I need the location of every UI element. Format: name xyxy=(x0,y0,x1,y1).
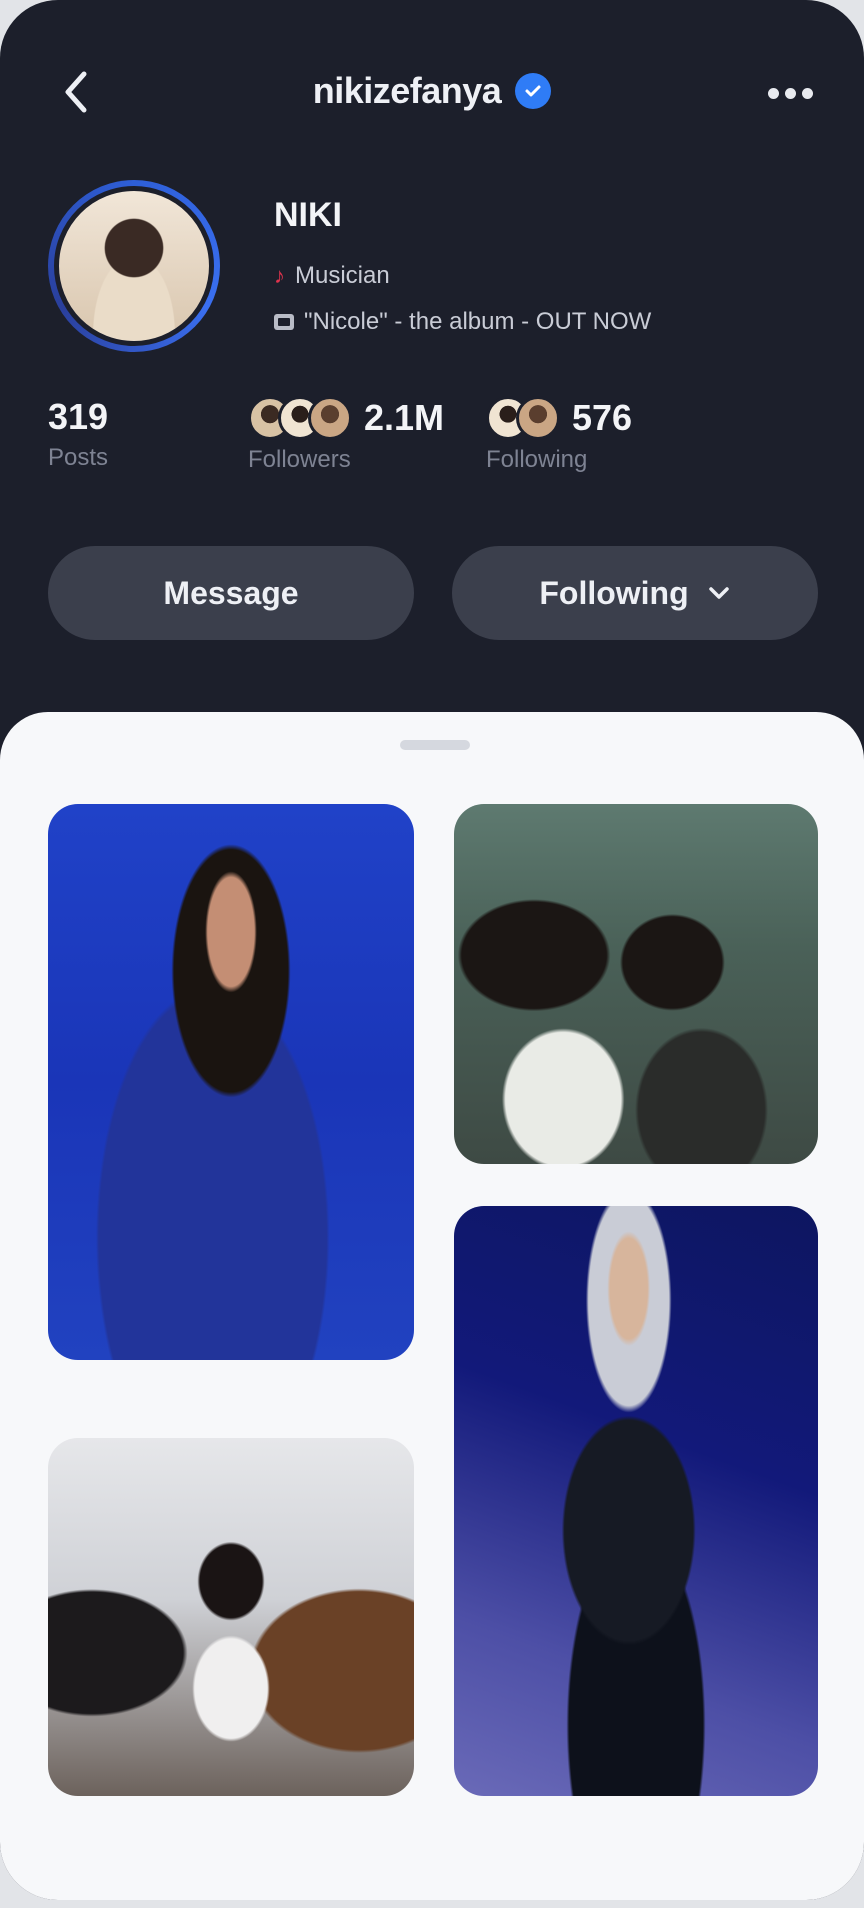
verified-badge-icon xyxy=(515,73,552,109)
following-avatar xyxy=(516,396,560,440)
more-options-button[interactable] xyxy=(760,78,820,108)
followers-count: 2.1M xyxy=(364,397,445,438)
chevron-down-icon xyxy=(708,587,729,599)
media-sheet[interactable] xyxy=(0,712,864,1900)
avatar[interactable] xyxy=(48,180,220,352)
avatar-image xyxy=(54,186,214,346)
stat-following[interactable]: 576 Following xyxy=(486,396,632,474)
profile-name: NIKI xyxy=(274,196,342,234)
bio-line-album: "Nicole" - the album - OUT NOW xyxy=(274,308,651,336)
following-label: Following xyxy=(486,446,588,473)
bio-line-occupation: ♪ Musician xyxy=(274,262,390,290)
profile-screen: nikizefanya NIKI ♪ Musician "Nicole" - t… xyxy=(0,0,864,1900)
album-icon xyxy=(274,314,294,330)
following-button-label: Following xyxy=(539,574,689,611)
music-note-icon: ♪ xyxy=(274,263,285,288)
following-count: 576 xyxy=(572,397,633,438)
following-button[interactable]: Following xyxy=(452,546,818,640)
posts-label: Posts xyxy=(48,444,109,471)
post-thumbnail[interactable] xyxy=(48,804,414,1360)
bio-album-text: "Nicole" - the album - OUT NOW xyxy=(304,308,652,335)
message-button[interactable]: Message xyxy=(48,546,414,640)
message-button-label: Message xyxy=(163,574,299,611)
post-thumbnail[interactable] xyxy=(454,804,818,1164)
followers-label: Followers xyxy=(248,446,351,473)
stat-followers[interactable]: 2.1M Followers xyxy=(248,396,444,474)
stat-posts[interactable]: 319 Posts xyxy=(48,396,108,472)
post-thumbnail[interactable] xyxy=(48,1438,414,1796)
posts-count: 319 xyxy=(48,396,109,437)
follower-avatar xyxy=(308,396,352,440)
profile-header: nikizefanya xyxy=(0,70,864,112)
follower-avatars xyxy=(248,396,352,440)
bio-occupation-text: Musician xyxy=(295,262,390,289)
more-horizontal-icon xyxy=(767,87,779,99)
post-thumbnail[interactable] xyxy=(454,1206,818,1796)
sheet-grabber-handle[interactable] xyxy=(400,740,470,750)
following-avatars xyxy=(486,396,560,440)
username-handle: nikizefanya xyxy=(312,70,502,111)
